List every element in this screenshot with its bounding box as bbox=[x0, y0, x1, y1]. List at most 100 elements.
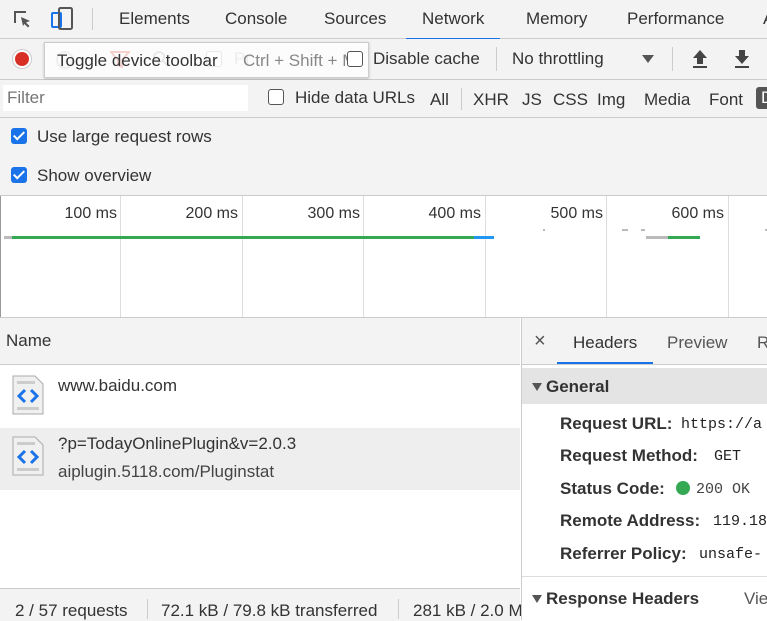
show-overview-label: Show overview bbox=[37, 166, 152, 185]
options-row-overview: Show overview bbox=[0, 156, 767, 196]
overview-bar-waiting bbox=[4, 236, 12, 239]
tab-response[interactable]: R bbox=[757, 333, 767, 353]
import-har-icon[interactable] bbox=[691, 48, 709, 70]
header-value: https://a bbox=[681, 416, 763, 433]
header-key: Status Code: bbox=[560, 479, 665, 498]
tab-memory[interactable]: Memory bbox=[526, 0, 587, 38]
tab-sources[interactable]: Sources bbox=[324, 0, 386, 38]
filter-type-all[interactable]: All bbox=[430, 90, 449, 110]
export-har-icon[interactable] bbox=[733, 48, 751, 70]
inspect-element-icon[interactable] bbox=[11, 8, 35, 32]
name-column-label: Name bbox=[6, 331, 52, 350]
network-overview[interactable]: 100 ms 200 ms 300 ms 400 ms 500 ms 600 m… bbox=[0, 196, 767, 318]
show-overview-checkbox[interactable] bbox=[11, 167, 27, 183]
general-section-title: General bbox=[546, 377, 610, 396]
status-transferred: 72.1 kB / 79.8 kB transferred bbox=[161, 601, 378, 620]
overview-bar-dot bbox=[622, 229, 628, 231]
header-key: Request URL: bbox=[560, 414, 673, 433]
name-column-header[interactable]: Name bbox=[0, 318, 520, 365]
tab-preview[interactable]: Preview bbox=[667, 333, 727, 353]
triangle-down-icon bbox=[532, 383, 542, 391]
tab-audits[interactable]: A bbox=[763, 0, 767, 38]
request-domain: aiplugin.5118.com/Pluginstat bbox=[58, 462, 275, 481]
disable-cache-label: Disable cache bbox=[373, 49, 480, 68]
chevron-down-icon[interactable] bbox=[642, 55, 654, 63]
overview-tick-label: 500 ms bbox=[550, 205, 603, 222]
devtools-tab-bar: Elements Console Sources Network Memory … bbox=[0, 0, 767, 40]
status-bar: 2 / 57 requests 72.1 kB / 79.8 kB transf… bbox=[0, 588, 523, 621]
view-source-link[interactable]: Vie bbox=[744, 589, 767, 609]
general-section-header[interactable]: General bbox=[522, 368, 767, 404]
network-toolbar: Pr Toggle device toolbar Ctrl + Shift + … bbox=[0, 39, 767, 80]
tooltip-shortcut: Ctrl + Shift + M bbox=[243, 51, 357, 70]
overview-gridline bbox=[728, 196, 729, 317]
overview-gridline bbox=[363, 196, 364, 317]
hide-data-urls-checkbox[interactable] bbox=[268, 89, 284, 105]
overview-gridline bbox=[485, 196, 486, 317]
large-rows-label: Use large request rows bbox=[37, 127, 212, 146]
document-icon bbox=[12, 436, 44, 476]
details-tab-bar: × Headers Preview R bbox=[522, 318, 767, 365]
header-value: unsafe- bbox=[699, 546, 763, 563]
overview-tick-label: 600 ms bbox=[671, 205, 724, 222]
overview-gridline bbox=[0, 196, 1, 317]
request-details-pane: × Headers Preview R General Request URL:… bbox=[521, 318, 767, 620]
status-resources: 281 kB / 2.0 M bbox=[413, 601, 523, 620]
request-row[interactable]: ?p=TodayOnlinePlugin&v=2.0.3 aiplugin.51… bbox=[0, 428, 520, 490]
document-icon bbox=[12, 375, 44, 415]
overview-bar-download bbox=[12, 236, 474, 239]
response-headers-title: Response Headers bbox=[546, 589, 700, 608]
tab-performance[interactable]: Performance bbox=[627, 0, 724, 38]
overview-gridline bbox=[242, 196, 243, 317]
close-icon[interactable]: × bbox=[534, 330, 546, 353]
throttling-select[interactable]: No throttling bbox=[512, 49, 604, 69]
filter-type-media[interactable]: Media bbox=[644, 90, 690, 110]
overview-bar-content bbox=[474, 236, 494, 239]
request-row[interactable]: www.baidu.com bbox=[0, 365, 520, 427]
header-key: Request Method: bbox=[560, 446, 698, 465]
header-key: Referrer Policy: bbox=[560, 544, 687, 563]
header-key: Remote Address: bbox=[560, 511, 701, 530]
tab-network[interactable]: Network bbox=[406, 0, 501, 40]
overview-bar-waiting bbox=[646, 236, 668, 239]
filter-type-img[interactable]: Img bbox=[597, 90, 625, 110]
triangle-down-icon bbox=[532, 595, 542, 603]
device-toolbar-icon[interactable] bbox=[50, 6, 76, 32]
overview-tick-label: 200 ms bbox=[185, 205, 238, 222]
request-list: Name www.baidu.com ?p=TodayOnlinePlugin&… bbox=[0, 318, 523, 621]
tab-elements[interactable]: Elements bbox=[119, 0, 190, 38]
filter-input[interactable] bbox=[3, 85, 248, 111]
large-rows-checkbox[interactable] bbox=[11, 128, 27, 144]
overview-bar-dot bbox=[641, 229, 645, 231]
overview-gridline bbox=[120, 196, 121, 317]
request-name: www.baidu.com bbox=[58, 376, 178, 395]
tooltip-text: Toggle device toolbar bbox=[57, 51, 218, 70]
overview-tick-label: 300 ms bbox=[307, 205, 360, 222]
overview-gridline bbox=[606, 196, 607, 317]
record-icon bbox=[15, 52, 29, 66]
status-ok-icon bbox=[676, 481, 690, 495]
disable-cache-checkbox[interactable] bbox=[347, 51, 363, 67]
filter-type-font[interactable]: Font bbox=[709, 90, 743, 110]
options-row-large-rows: Use large request rows bbox=[0, 118, 767, 156]
tab-console[interactable]: Console bbox=[225, 0, 287, 38]
overview-bar-download bbox=[668, 236, 700, 239]
hide-data-urls-label: Hide data URLs bbox=[295, 88, 416, 107]
status-requests: 2 / 57 requests bbox=[15, 601, 128, 620]
header-value: 119.18 bbox=[713, 513, 767, 530]
tab-headers[interactable]: Headers bbox=[557, 333, 654, 364]
filter-bar: Hide data URLs All XHR JS CSS Img Media … bbox=[0, 80, 767, 118]
header-value: GET bbox=[714, 448, 742, 465]
filter-type-js[interactable]: JS bbox=[522, 90, 542, 110]
response-headers-section-header[interactable]: Response Headers Vie bbox=[522, 580, 767, 616]
overview-tick-label: 100 ms bbox=[64, 205, 117, 222]
device-toolbar-tooltip: Toggle device toolbar Ctrl + Shift + M bbox=[44, 42, 369, 78]
header-value: 200 OK bbox=[696, 481, 751, 498]
filter-type-css[interactable]: CSS bbox=[553, 90, 588, 110]
filter-type-xhr[interactable]: XHR bbox=[473, 90, 509, 110]
filter-type-doc[interactable]: D bbox=[756, 87, 767, 109]
request-name: ?p=TodayOnlinePlugin&v=2.0.3 bbox=[58, 434, 297, 453]
overview-bar-dot bbox=[543, 229, 545, 231]
divider bbox=[522, 576, 767, 577]
record-button[interactable] bbox=[12, 49, 32, 69]
